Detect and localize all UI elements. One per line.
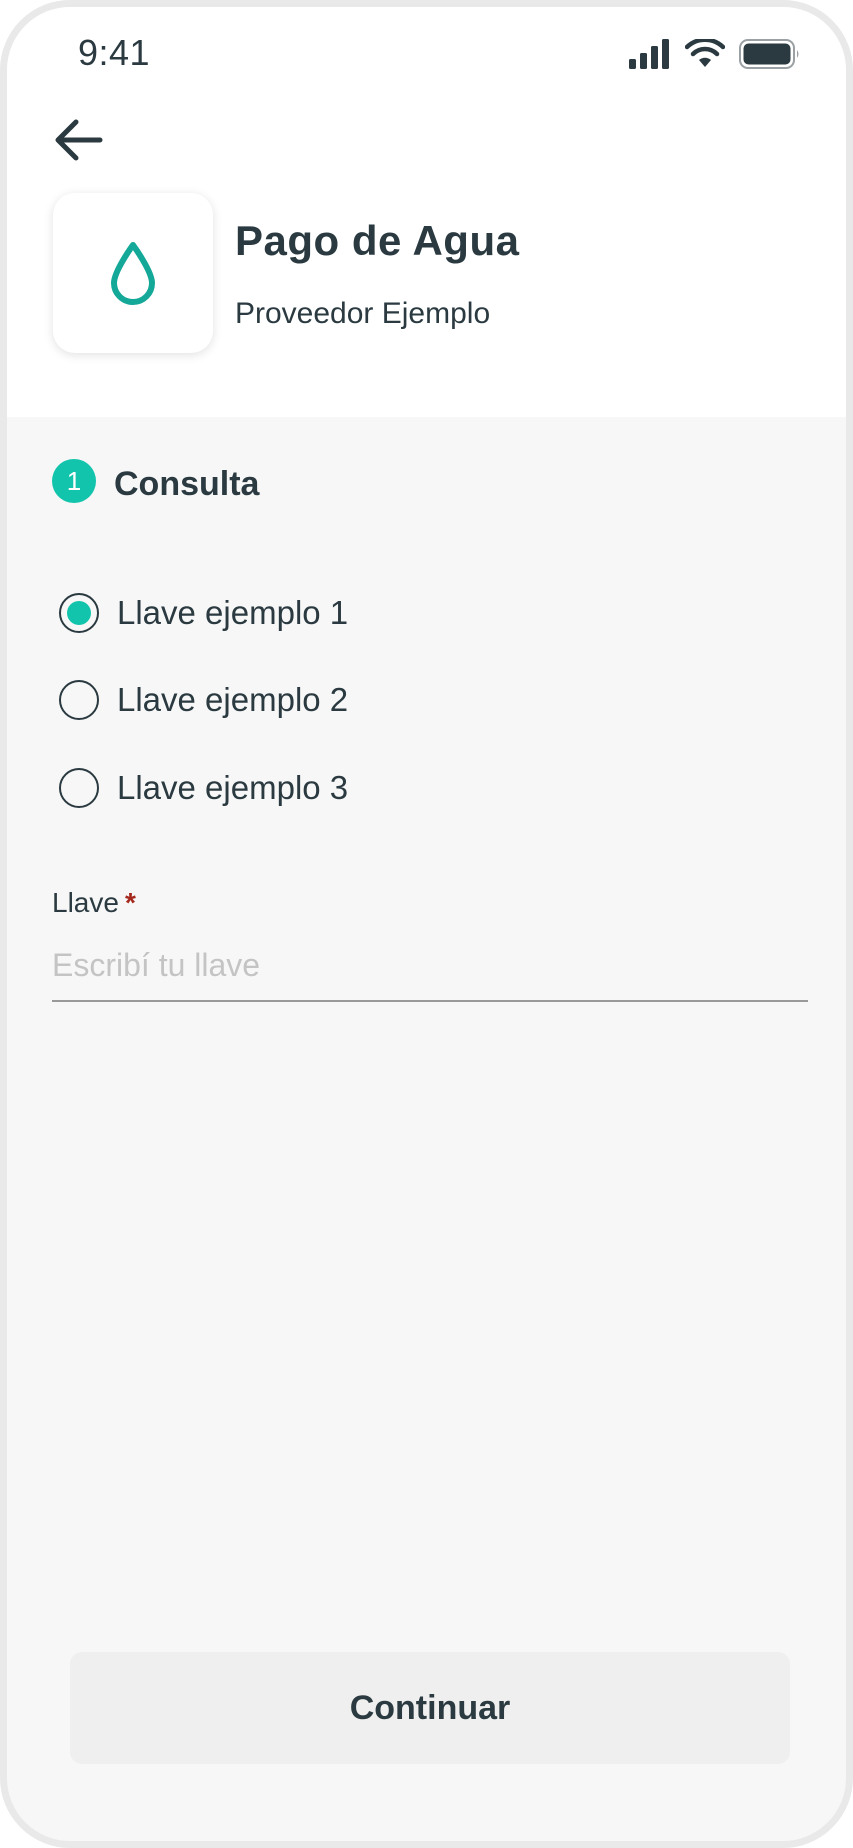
radio-button[interactable] <box>59 768 99 808</box>
radio-label: Llave ejemplo 1 <box>117 594 349 631</box>
radio-label: Llave ejemplo 3 <box>117 769 349 806</box>
radio-label: Llave ejemplo 2 <box>117 681 349 718</box>
required-mark: * <box>124 887 136 918</box>
signal-icon <box>629 39 669 69</box>
battery-icon <box>739 39 799 69</box>
key-input[interactable] <box>52 942 808 1002</box>
provider-name: Proveedor Ejemplo <box>235 297 491 330</box>
key-field-label-text: Llave <box>52 887 119 918</box>
water-drop-icon <box>111 242 155 305</box>
wifi-icon <box>685 39 725 67</box>
radio-selected-dot <box>67 601 91 625</box>
arrow-left-icon <box>55 119 103 161</box>
status-icons <box>629 39 801 69</box>
back-button[interactable] <box>51 112 107 168</box>
status-time: 9:41 <box>78 32 151 73</box>
step-title: Consulta <box>114 465 260 503</box>
phone-frame: 9:41 Pago de Agua Proveedor Ejemplo 1 Co… <box>0 0 853 1848</box>
step-number-badge: 1 <box>52 459 96 503</box>
provider-logo <box>53 193 213 353</box>
radio-button-selected[interactable] <box>59 593 99 633</box>
radio-button[interactable] <box>59 680 99 720</box>
radio-option-key-1[interactable]: Llave ejemplo 1 <box>59 593 348 633</box>
page-title: Pago de Agua <box>235 217 520 264</box>
key-field-label: Llave * <box>52 887 136 919</box>
continue-button[interactable]: Continuar <box>70 1652 790 1764</box>
radio-option-key-2[interactable]: Llave ejemplo 2 <box>59 680 348 720</box>
status-bar: 9:41 <box>7 7 846 97</box>
radio-option-key-3[interactable]: Llave ejemplo 3 <box>59 768 348 808</box>
header: 9:41 Pago de Agua Proveedor Ejemplo <box>7 7 846 417</box>
